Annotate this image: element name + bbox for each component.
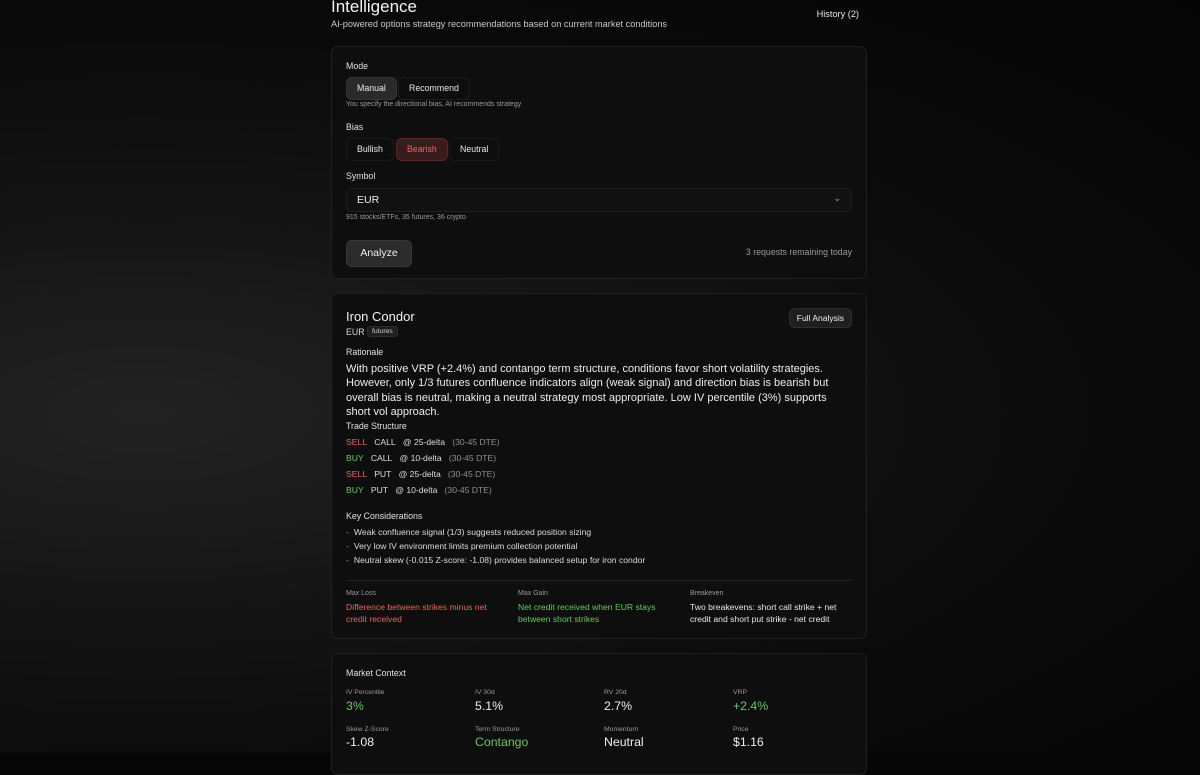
skew-zscore-label: Skew Z-Score xyxy=(346,726,389,733)
breakeven-value: Two breakevens: short call strike + net … xyxy=(690,601,858,626)
symbol-hint: 915 stocks/ETFs, 35 futures, 36 crypto xyxy=(346,214,466,221)
breakeven-label: Breakeven xyxy=(690,590,723,597)
analyze-button[interactable]: Analyze xyxy=(346,240,412,267)
chevron-down-icon: ⌄ xyxy=(833,193,841,204)
momentum-label: Momentum xyxy=(604,726,638,733)
iv-percentile-value: 3% xyxy=(346,699,364,713)
full-analysis-button[interactable]: Full Analysis xyxy=(789,308,852,328)
leg-type: CALL xyxy=(371,453,393,463)
leg-type: PUT xyxy=(371,485,388,495)
symbol-value: EUR xyxy=(357,194,379,206)
vrp-value: +2.4% xyxy=(733,699,768,713)
rationale-text: With positive VRP (+2.4%) and contango t… xyxy=(346,362,854,419)
leg-strike: @ 10-delta xyxy=(395,485,437,495)
term-structure-value: Contango xyxy=(475,735,528,749)
strategy-card: Iron Condor EUR futures Full Analysis Ra… xyxy=(331,293,867,639)
rv-20d-label: RV 20d xyxy=(604,689,627,696)
market-context-title: Market Context xyxy=(346,668,406,678)
key-considerations-label: Key Considerations xyxy=(346,511,422,521)
mode-manual-button[interactable]: Manual xyxy=(346,77,397,100)
price-label: Price xyxy=(733,726,749,733)
skew-zscore-value: -1.08 xyxy=(346,735,374,749)
trade-leg: SELL CALL @ 25-delta (30-45 DTE) xyxy=(346,437,500,447)
asset-class-badge: futures xyxy=(367,326,398,337)
leg-action: BUY xyxy=(346,453,364,463)
leg-dte: (30-45 DTE) xyxy=(445,485,492,495)
consideration-item: -Weak confluence signal (1/3) suggests r… xyxy=(346,527,591,537)
leg-strike: @ 10-delta xyxy=(400,453,442,463)
max-gain-label: Max Gain xyxy=(518,590,548,597)
vrp-label: VRP xyxy=(733,689,747,696)
leg-dte: (30-45 DTE) xyxy=(448,469,495,479)
iv-percentile-label: IV Percentile xyxy=(346,689,385,696)
consideration-text: Neutral skew (-0.015 Z-score: -1.08) pro… xyxy=(354,555,645,565)
bias-neutral-button[interactable]: Neutral xyxy=(449,138,499,161)
bias-label: Bias xyxy=(346,122,363,132)
leg-strike: @ 25-delta xyxy=(399,469,441,479)
rv-20d-value: 2.7% xyxy=(604,699,632,713)
market-context-card: Market Context IV Percentile 3% IV 30d 5… xyxy=(331,653,867,775)
mode-label: Mode xyxy=(346,61,368,71)
trade-leg: BUY CALL @ 10-delta (30-45 DTE) xyxy=(346,453,496,463)
max-loss-label: Max Loss xyxy=(346,590,376,597)
leg-action: SELL xyxy=(346,469,367,479)
strategy-title: Iron Condor xyxy=(346,309,415,324)
trade-structure-label: Trade Structure xyxy=(346,421,407,431)
leg-action: SELL xyxy=(346,437,367,447)
bias-bearish-button[interactable]: Bearish xyxy=(396,138,448,161)
page-subtitle: AI-powered options strategy recommendati… xyxy=(331,19,667,29)
leg-dte: (30-45 DTE) xyxy=(449,453,496,463)
trade-leg: SELL PUT @ 25-delta (30-45 DTE) xyxy=(346,469,495,479)
mode-recommend-button[interactable]: Recommend xyxy=(398,77,470,100)
symbol-label: Symbol xyxy=(346,171,375,181)
leg-type: CALL xyxy=(374,437,396,447)
leg-type: PUT xyxy=(374,469,391,479)
momentum-value: Neutral xyxy=(604,735,644,749)
leg-dte: (30-45 DTE) xyxy=(452,437,499,447)
term-structure-label: Term Structure xyxy=(475,726,520,733)
max-gain-value: Net credit received when EUR stays betwe… xyxy=(518,601,678,626)
consideration-text: Very low IV environment limits premium c… xyxy=(354,541,578,551)
consideration-item: -Neutral skew (-0.015 Z-score: -1.08) pr… xyxy=(346,555,645,565)
strategy-symbol: EUR xyxy=(346,327,365,337)
bias-bullish-button[interactable]: Bullish xyxy=(346,138,394,161)
trade-leg: BUY PUT @ 10-delta (30-45 DTE) xyxy=(346,485,492,495)
max-loss-value: Difference between strikes minus net cre… xyxy=(346,601,506,626)
leg-action: BUY xyxy=(346,485,364,495)
analysis-form-card: Mode Manual Recommend You specify the di… xyxy=(331,46,867,279)
consideration-item: -Very low IV environment limits premium … xyxy=(346,541,577,551)
price-value: $1.16 xyxy=(733,735,764,749)
leg-strike: @ 25-delta xyxy=(403,437,445,447)
rationale-label: Rationale xyxy=(346,347,383,357)
iv-30d-value: 5.1% xyxy=(475,699,503,713)
symbol-select[interactable]: EUR ⌄ xyxy=(346,188,852,212)
consideration-text: Weak confluence signal (1/3) suggests re… xyxy=(354,527,591,537)
page-title: Intelligence xyxy=(331,0,417,17)
requests-remaining: 3 requests remaining today xyxy=(746,247,852,257)
iv-30d-label: IV 30d xyxy=(475,689,495,696)
history-button[interactable]: History (2) xyxy=(817,9,859,19)
divider xyxy=(346,580,852,581)
mode-hint: You specify the directional bias, AI rec… xyxy=(346,101,521,108)
